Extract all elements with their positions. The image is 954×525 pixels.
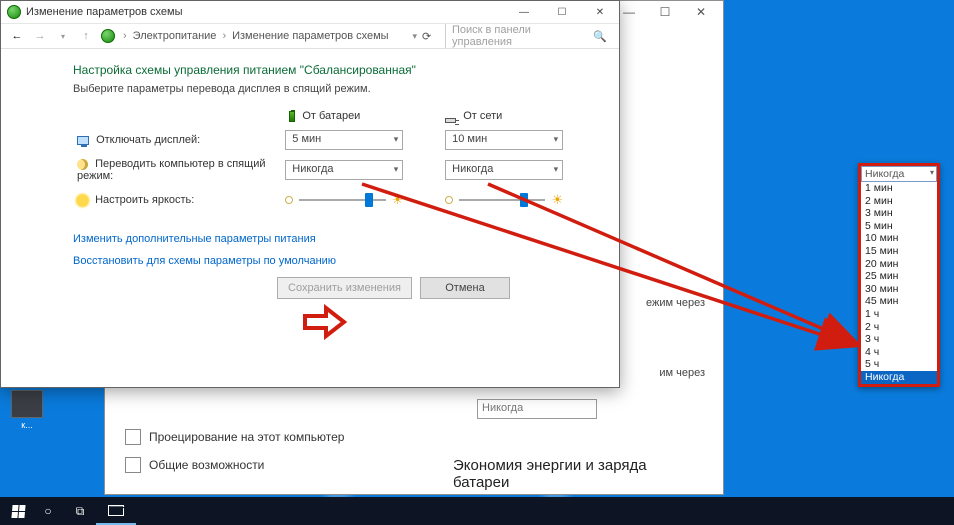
chevron-down-icon: ▾ xyxy=(394,134,399,145)
crumb-sep-0: › xyxy=(123,30,127,42)
display-off-ac-select[interactable]: 10 мин▾ xyxy=(445,130,563,150)
bg-text-2: им через xyxy=(659,367,705,379)
dropdown-option[interactable]: 45 мин xyxy=(861,295,937,308)
cancel-button[interactable]: Отмена xyxy=(420,277,510,299)
chevron-down-icon: ▾ xyxy=(554,134,559,145)
desktop-shortcut-label: к... xyxy=(21,420,32,430)
forward-button[interactable]: → xyxy=(30,26,50,46)
restore-defaults-link[interactable]: Восстановить для схемы параметры по умол… xyxy=(73,255,601,267)
advanced-settings-link[interactable]: Изменить дополнительные параметры питани… xyxy=(73,233,601,245)
desktop-shortcut-icon xyxy=(11,390,43,418)
projection-icon xyxy=(125,429,141,445)
maximize-button[interactable]: ☐ xyxy=(543,1,581,23)
crumb-power[interactable]: Электропитание xyxy=(133,30,217,42)
col-ac-label: От сети xyxy=(463,110,502,122)
dropdown-option[interactable]: Никогда xyxy=(861,371,937,384)
chevron-down-icon: ▾ xyxy=(554,164,559,175)
search-box[interactable]: Поиск в панели управления 🔍 xyxy=(445,24,613,48)
sleep-ac-select[interactable]: Никогда▾ xyxy=(445,160,563,180)
bg-close-button[interactable]: ✕ xyxy=(683,5,719,19)
brightness-battery-slider[interactable] xyxy=(299,199,385,201)
search-placeholder: Поиск в панели управления xyxy=(452,24,593,48)
page-instruction: Выберите параметры перевода дисплея в сп… xyxy=(73,83,601,95)
dropdown-option[interactable]: 20 мин xyxy=(861,258,937,271)
bg-hidden-select[interactable]: Никогда xyxy=(477,399,597,419)
display-off-battery-select[interactable]: 5 мин▾ xyxy=(285,130,403,150)
brightness-low-icon xyxy=(445,196,453,204)
back-button[interactable]: ← xyxy=(7,26,27,46)
chevron-down-icon: ▾ xyxy=(930,168,934,177)
chevron-down-icon: ▾ xyxy=(394,164,399,175)
refresh-button[interactable]: ⟳ xyxy=(422,30,440,43)
address-toolbar: ← → ▾ ↑ › Электропитание › Изменение пар… xyxy=(1,23,619,49)
up-button[interactable]: ↑ xyxy=(76,26,96,46)
address-dropdown[interactable]: ▾ xyxy=(412,31,417,42)
window-icon xyxy=(7,5,21,19)
dropdown-option[interactable]: 3 мин xyxy=(861,207,937,220)
power-plan-window: Изменение параметров схемы — ☐ ✕ ← → ▾ ↑… xyxy=(0,0,620,388)
energy-section-title: Экономия энергии и заряда батареи xyxy=(405,451,723,493)
search-icon: 🔍 xyxy=(593,30,607,43)
taskbar[interactable]: ○ ⧉ xyxy=(0,497,954,525)
bg-max-button[interactable]: ☐ xyxy=(647,5,683,19)
dropdown-option[interactable]: 10 мин xyxy=(861,232,937,245)
crumb-sep-1: › xyxy=(222,30,226,42)
dropdown-option[interactable]: 30 мин xyxy=(861,283,937,296)
crumb-edit-plan[interactable]: Изменение параметров схемы xyxy=(232,30,388,42)
address-icon xyxy=(101,29,115,43)
mail-task-icon[interactable] xyxy=(96,497,136,525)
brightness-icon xyxy=(77,195,88,206)
bg-text-1: ежим через xyxy=(646,297,705,309)
recent-dropdown[interactable]: ▾ xyxy=(53,26,73,46)
row-display-label: Отключать дисплей: xyxy=(96,134,200,146)
sleep-icon xyxy=(77,159,88,170)
dropdown-current[interactable]: Никогда▾ xyxy=(861,166,937,182)
dropdown-option[interactable]: 5 ч xyxy=(861,358,937,371)
display-icon xyxy=(77,136,89,145)
row-brightness-label: Настроить яркость: xyxy=(95,194,194,206)
brightness-high-icon: ☀ xyxy=(392,192,404,208)
sleep-options-dropdown[interactable]: Никогда▾ 1 мин2 мин3 мин5 мин10 мин15 ми… xyxy=(858,163,940,387)
minimize-button[interactable]: — xyxy=(505,1,543,23)
page-title: Настройка схемы управления питанием "Сба… xyxy=(73,63,601,77)
dropdown-option[interactable]: 5 мин xyxy=(861,220,937,233)
brightness-high-icon: ☀ xyxy=(551,192,563,208)
battery-icon xyxy=(289,111,295,122)
row-sleep-label: Переводить компьютер в спящий режим: xyxy=(77,158,265,182)
search-task-icon[interactable]: ○ xyxy=(32,497,64,525)
projection-label[interactable]: Проецирование на этот компьютер xyxy=(149,430,344,444)
titlebar[interactable]: Изменение параметров схемы — ☐ ✕ xyxy=(1,1,619,23)
dropdown-option[interactable]: 2 мин xyxy=(861,195,937,208)
dropdown-option[interactable]: 15 мин xyxy=(861,245,937,258)
taskview-icon[interactable]: ⧉ xyxy=(64,497,96,525)
sleep-battery-select[interactable]: Никогда▾ xyxy=(285,160,403,180)
dropdown-option[interactable]: 25 мин xyxy=(861,270,937,283)
dropdown-option[interactable]: 2 ч xyxy=(861,321,937,334)
dropdown-option[interactable]: 1 мин xyxy=(861,182,937,195)
start-button[interactable] xyxy=(4,497,32,525)
close-button[interactable]: ✕ xyxy=(581,1,619,23)
window-title: Изменение параметров схемы xyxy=(26,6,182,18)
windows-logo-icon xyxy=(11,505,25,518)
dropdown-option[interactable]: 1 ч xyxy=(861,308,937,321)
desktop-shortcut[interactable]: к... xyxy=(4,390,50,430)
shared-icon xyxy=(125,457,141,473)
shared-label[interactable]: Общие возможности xyxy=(149,458,264,472)
dropdown-option[interactable]: 4 ч xyxy=(861,346,937,359)
dropdown-option[interactable]: 3 ч xyxy=(861,333,937,346)
save-button[interactable]: Сохранить изменения xyxy=(277,277,412,299)
brightness-ac-slider[interactable] xyxy=(459,199,545,201)
col-battery-label: От батареи xyxy=(302,110,360,122)
plug-icon xyxy=(445,118,456,123)
brightness-low-icon xyxy=(285,196,293,204)
